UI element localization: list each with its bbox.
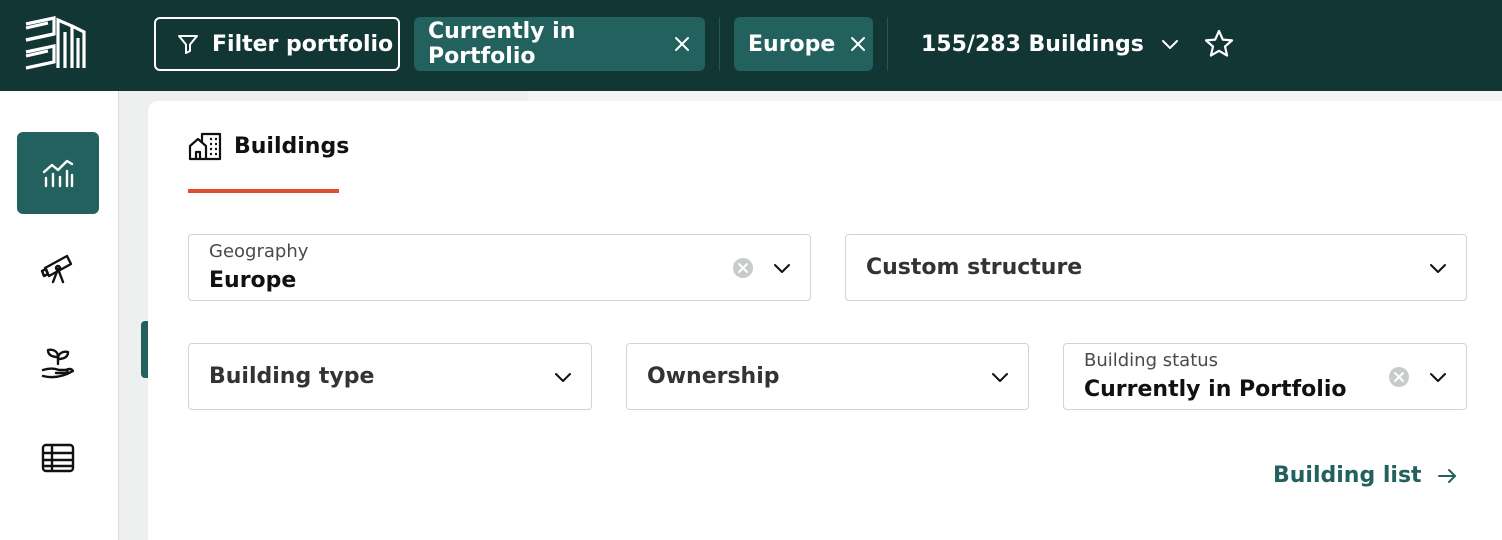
building-status-value: Currently in Portfolio — [1084, 377, 1347, 402]
tab-label: Buildings — [234, 133, 350, 159]
tab-active-indicator — [188, 189, 339, 193]
building-list-label: Building list — [1273, 463, 1422, 488]
nav-table[interactable] — [17, 417, 99, 499]
chevron-down-icon — [1428, 258, 1448, 282]
filter-chip-label: Europe — [748, 31, 836, 57]
clear-circle-icon[interactable] — [1388, 366, 1410, 392]
sprout-hand-icon — [41, 348, 75, 379]
filter-funnel-icon — [178, 35, 198, 54]
close-icon[interactable] — [673, 35, 691, 53]
ownership-placeholder: Ownership — [647, 364, 780, 389]
chevron-down-icon — [553, 367, 573, 391]
top-bar: Filter portfolio Currently in Portfolio … — [0, 0, 1502, 91]
geography-select[interactable]: Geography Europe — [188, 234, 811, 301]
analytics-chart-icon — [42, 159, 74, 188]
filter-chip-label: Currently in Portfolio — [428, 19, 576, 69]
sidebar — [0, 91, 119, 540]
tab-buildings[interactable]: Buildings — [188, 131, 349, 161]
telescope-icon — [40, 254, 73, 284]
divider — [719, 17, 720, 71]
filter-panel: Buildings Geography Europe Custom struct… — [148, 101, 1502, 540]
ownership-select[interactable]: Ownership — [626, 343, 1029, 410]
close-icon[interactable] — [849, 35, 867, 53]
filter-portfolio-label: Filter portfolio — [212, 31, 394, 57]
building-count-dropdown[interactable]: 155/283 Buildings — [921, 17, 1180, 71]
chevron-down-icon — [990, 367, 1010, 391]
star-outline-icon[interactable] — [1203, 28, 1235, 60]
nav-sustainability[interactable] — [17, 322, 99, 404]
filter-chip-geography: Europe — [734, 17, 873, 71]
table-icon — [41, 443, 75, 473]
clear-circle-icon[interactable] — [732, 257, 754, 283]
chevron-down-icon — [1428, 367, 1448, 391]
filter-chip-building-status: Currently in Portfolio — [414, 17, 705, 71]
building-status-label: Building status — [1084, 350, 1219, 371]
filter-portfolio-button[interactable]: Filter portfolio — [154, 17, 400, 71]
building-list-link[interactable]: Building list — [1273, 463, 1458, 488]
arrow-right-icon — [1437, 468, 1456, 483]
building-status-select[interactable]: Building status Currently in Portfolio — [1063, 343, 1467, 410]
geography-label: Geography — [209, 241, 309, 262]
building-type-placeholder: Building type — [209, 364, 375, 389]
buildings-icon — [188, 132, 222, 161]
divider — [887, 17, 888, 71]
nav-explore[interactable] — [17, 226, 99, 308]
background-strip — [528, 91, 1502, 101]
nav-analytics[interactable] — [17, 132, 99, 214]
building-count-label: 155/283 Buildings — [921, 31, 1144, 57]
brand-logo[interactable] — [24, 16, 88, 72]
custom-structure-select[interactable]: Custom structure — [845, 234, 1467, 301]
chevron-down-icon — [1161, 40, 1178, 49]
geography-value: Europe — [209, 268, 297, 293]
building-type-select[interactable]: Building type — [188, 343, 592, 410]
chevron-down-icon — [772, 258, 792, 282]
custom-structure-placeholder: Custom structure — [866, 255, 1083, 280]
